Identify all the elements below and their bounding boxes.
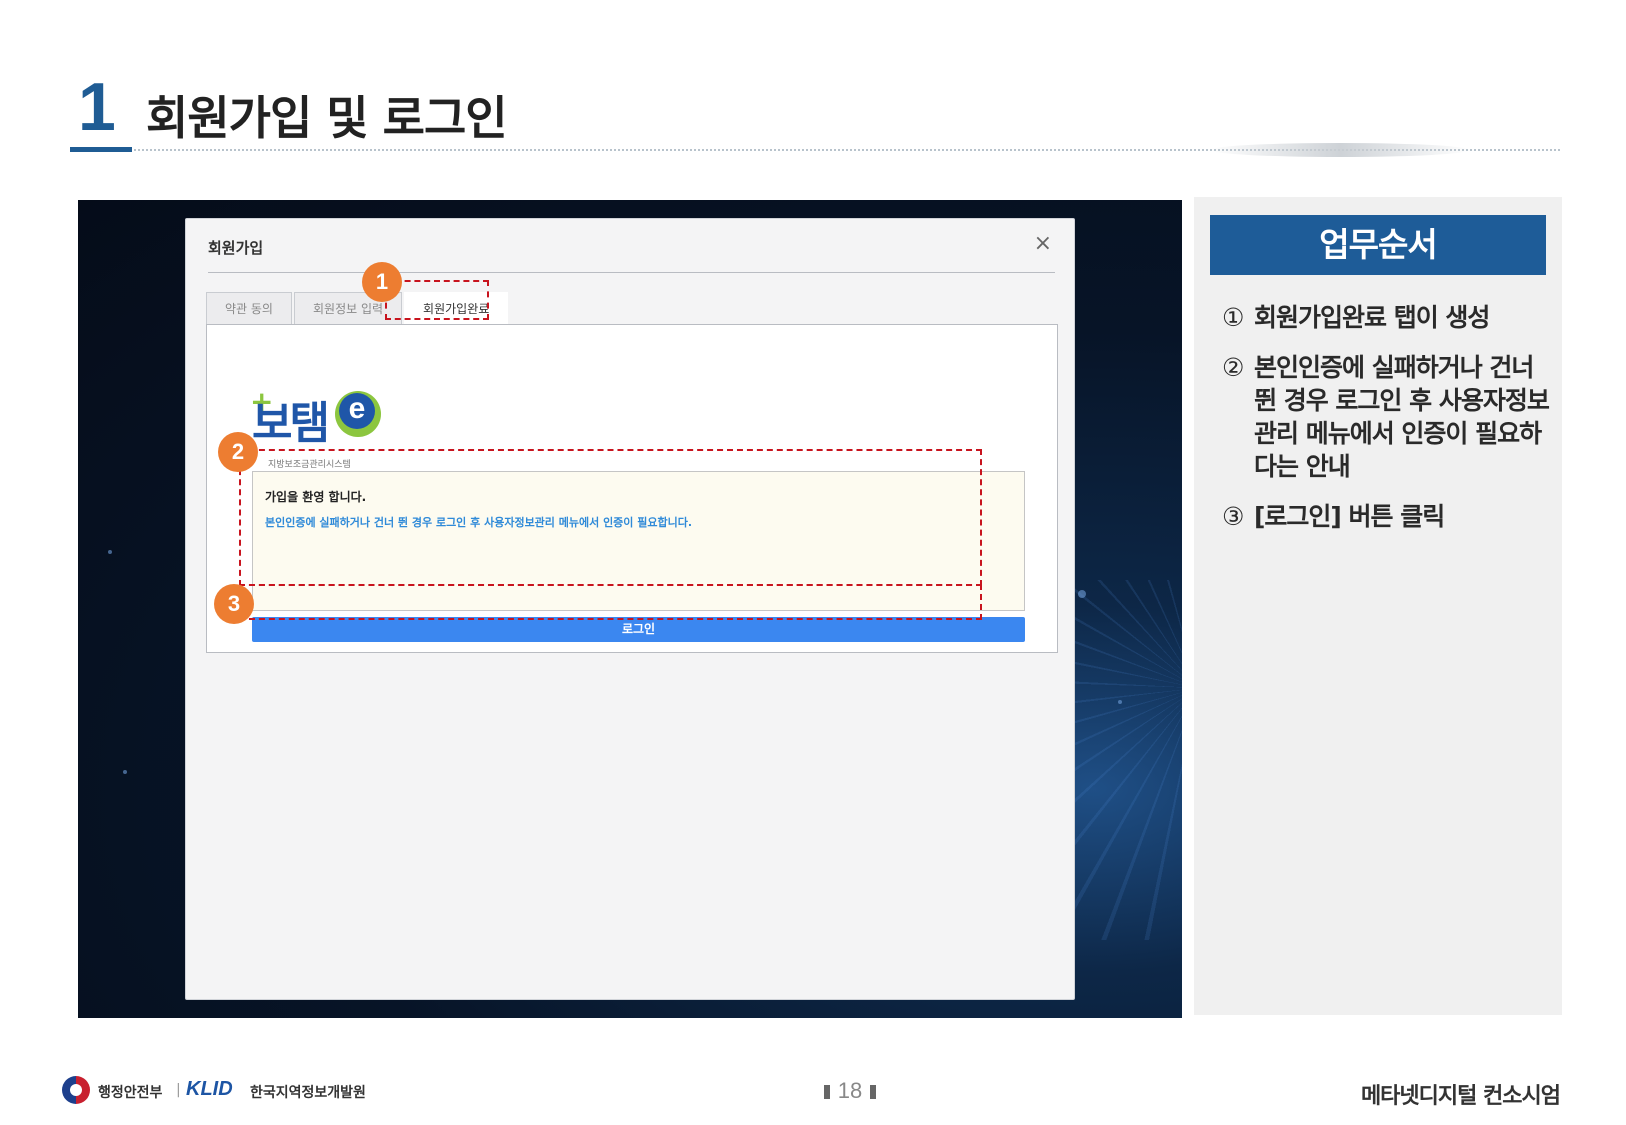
logo-brand: 보탬 [252, 399, 330, 448]
section-title: 회원가입 및 로그인 [146, 91, 508, 145]
step-item: ③ [로그인] 버튼 클릭 [1222, 500, 1552, 533]
close-icon[interactable]: × [1034, 231, 1052, 256]
callout-box-3 [239, 584, 982, 620]
callout-box-2 [239, 449, 982, 586]
slide-header: 1 회원가입 및 로그인 [70, 60, 1560, 160]
step-item: ① 회원가입완료 탭이 생성 [1222, 301, 1552, 334]
dialog-title: 회원가입 [208, 239, 264, 257]
dialog-divider [208, 272, 1055, 273]
section-underline [70, 147, 132, 152]
step-number: ② [1222, 353, 1244, 382]
header-swoosh [1210, 143, 1470, 157]
marker-3: 3 [214, 584, 254, 624]
project-name: 메타넷디지털 컨소시엄 [1360, 1084, 1561, 1109]
background-star [1078, 590, 1086, 598]
work-order-panel: 업무순서 ① 회원가입완료 탭이 생성 ② 본인인증에 실패하거나 건너 뛴 경… [1194, 197, 1562, 1015]
app-screenshot: 회원가입 × 약관 동의 회원정보 입력 회원가입완료 + 보탬 e 지방보조금… [78, 200, 1182, 1018]
marker-2: 2 [218, 432, 258, 472]
step-list: ① 회원가입완료 탭이 생성 ② 본인인증에 실패하거나 건너 뛴 경우 로그인… [1222, 301, 1552, 550]
page-bar-right [870, 1085, 877, 1100]
background-star [123, 770, 127, 774]
background-star [108, 550, 112, 554]
step-text: 본인인증에 실패하거나 건너 뛴 경우 로그인 후 사용자정보관리 메뉴에서 인… [1254, 353, 1550, 481]
page-number-text: 18 [837, 1078, 863, 1103]
marker-1: 1 [362, 262, 402, 302]
slide-footer: 행정안전부 | KLID 한국지역정보개발원 18 메타넷디지털 컨소시엄 [0, 1070, 1626, 1120]
work-order-title: 업무순서 [1210, 215, 1546, 275]
background-star [1118, 700, 1122, 704]
step-item: ② 본인인증에 실패하거나 건너 뛴 경우 로그인 후 사용자정보관리 메뉴에서… [1222, 351, 1552, 483]
tab-terms[interactable]: 약관 동의 [206, 292, 292, 324]
step-number: ① [1222, 303, 1244, 332]
page-bar-left [823, 1085, 830, 1100]
step-text: [로그인] 버튼 클릭 [1254, 502, 1445, 531]
step-number: ③ [1222, 502, 1244, 531]
login-button[interactable]: 로그인 [252, 617, 1025, 642]
logo-e-icon: e [335, 391, 381, 437]
step-text: 회원가입완료 탭이 생성 [1254, 303, 1490, 332]
section-number: 1 [78, 69, 116, 145]
